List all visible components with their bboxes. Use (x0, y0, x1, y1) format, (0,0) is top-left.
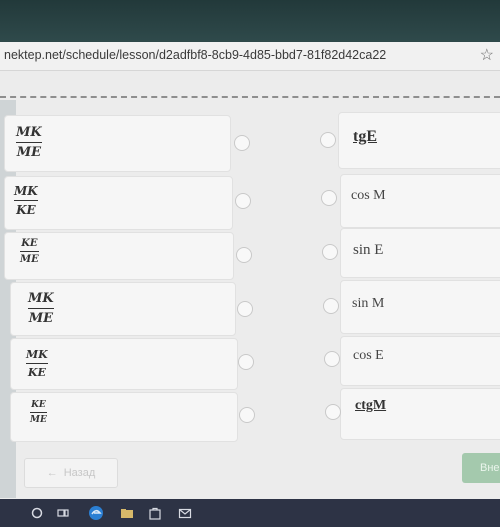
right-radio[interactable] (323, 298, 339, 314)
fraction-denominator: ME (20, 254, 39, 265)
task-view-icon[interactable] (56, 506, 70, 520)
fraction-numerator: MK (14, 184, 38, 198)
fraction-bar (20, 251, 39, 252)
arrow-left-icon: ← (46, 467, 58, 479)
back-label: Назад (63, 467, 96, 479)
right-radio[interactable] (324, 351, 340, 367)
right-radio[interactable] (320, 132, 336, 148)
fraction-numerator: MK (16, 125, 42, 140)
option-sin-m: sin M (352, 296, 385, 311)
dashed-divider (0, 96, 500, 98)
back-button[interactable]: ← Назад (24, 458, 118, 488)
store-icon[interactable] (148, 506, 162, 520)
left-radio[interactable] (235, 193, 251, 209)
fraction-bar (26, 363, 48, 364)
right-radio[interactable] (321, 190, 337, 206)
fraction-6: KE ME (30, 400, 47, 425)
fraction-5: MK KE (26, 348, 48, 379)
left-radio[interactable] (236, 247, 252, 263)
right-radio[interactable] (322, 244, 338, 260)
url-text[interactable]: nektep.net/schedule/lesson/d2adfbf8-8cb9… (4, 48, 386, 62)
fraction-denominator: KE (27, 366, 46, 379)
address-bar[interactable]: nektep.net/schedule/lesson/d2adfbf8-8cb9… (0, 42, 500, 71)
fraction-1: MK ME (16, 125, 42, 160)
edge-icon[interactable] (88, 505, 104, 521)
option-ctgm: ctgM (355, 398, 387, 413)
left-radio[interactable] (238, 354, 254, 370)
bookmark-star-icon[interactable]: ☆ (480, 45, 494, 65)
fraction-denominator: KE (16, 203, 36, 217)
mail-icon[interactable] (178, 506, 192, 520)
option-cos-m: cos M (351, 188, 386, 203)
fraction-numerator: MK (28, 291, 54, 306)
left-radio[interactable] (237, 301, 253, 317)
right-card[interactable] (340, 388, 500, 440)
file-explorer-icon[interactable] (120, 506, 134, 520)
fraction-bar (28, 308, 54, 309)
fraction-denominator: ME (28, 311, 53, 326)
browser-top-bar (0, 0, 500, 42)
option-tge: tgE (353, 128, 377, 145)
fraction-bar (16, 142, 42, 143)
left-card[interactable] (4, 176, 233, 230)
fraction-denominator: ME (30, 415, 47, 425)
taskbar (0, 499, 500, 527)
right-radio[interactable] (325, 404, 341, 420)
fraction-3: KE ME (20, 238, 39, 265)
fraction-4: MK ME (28, 291, 54, 326)
fraction-numerator: KE (31, 400, 46, 410)
fraction-bar (14, 200, 38, 201)
fraction-denominator: ME (16, 145, 41, 160)
fraction-2: MK KE (14, 184, 38, 217)
fraction-bar (30, 412, 47, 413)
option-cos-e: cos E (353, 348, 384, 363)
next-label: Вне (480, 462, 500, 474)
fraction-numerator: MK (26, 348, 48, 361)
option-sin-e: sin E (353, 242, 384, 258)
fraction-numerator: KE (21, 238, 38, 249)
search-icon[interactable] (30, 506, 44, 520)
left-radio[interactable] (239, 407, 255, 423)
next-button[interactable]: Вне (462, 453, 500, 483)
left-radio[interactable] (234, 135, 250, 151)
